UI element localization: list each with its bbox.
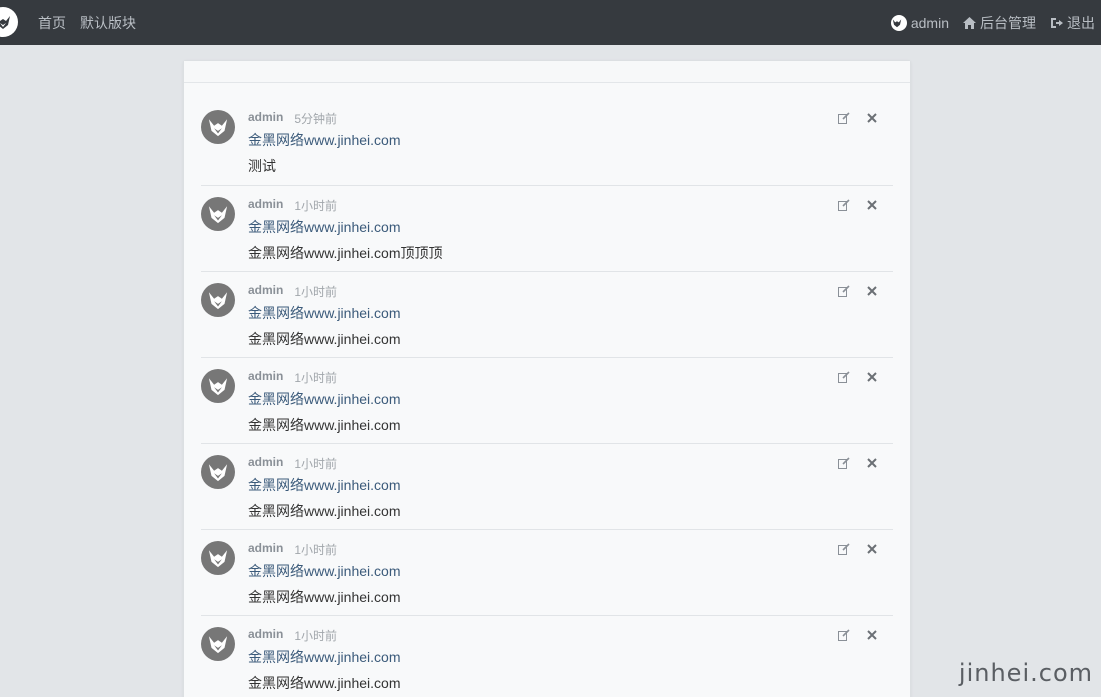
post-item: admin 1小时前 金黑网络www.jinhei.com 金黑网络www.ji… [201,272,893,358]
delete-icon[interactable] [865,111,879,125]
post-item: admin 1小时前 金黑网络www.jinhei.com 金黑网络www.ji… [201,616,893,697]
post-body: 金黑网络www.jinhei.com [248,503,401,519]
post-body: 金黑网络www.jinhei.com [248,675,401,691]
post-actions [823,456,879,470]
nav-admin-label: 后台管理 [980,14,1036,31]
post-time: 1小时前 [294,285,338,299]
post-body: 金黑网络www.jinhei.com [248,589,401,605]
post-actions [823,542,879,556]
post-actions [823,284,879,298]
post-item: admin 1小时前 金黑网络www.jinhei.com 金黑网络www.ji… [201,358,893,444]
post-list: admin 5分钟前 金黑网络www.jinhei.com 测试 admin 1… [184,99,910,697]
author-avatar-icon[interactable] [201,197,235,231]
author-avatar-icon[interactable] [201,110,235,144]
top-navbar: 首页 默认版块 admin 后台管理 退出 [0,0,1101,45]
post-title[interactable]: 金黑网络www.jinhei.com [248,217,400,237]
author-avatar-icon[interactable] [201,455,235,489]
author-avatar-icon[interactable] [201,369,235,403]
post-author[interactable]: admin [248,110,283,127]
post-author[interactable]: admin [248,197,283,214]
author-avatar-icon[interactable] [201,627,235,661]
post-actions [823,370,879,384]
post-meta: admin 1小时前 [248,283,337,300]
delete-icon[interactable] [865,628,879,642]
site-logo-icon[interactable] [0,7,18,37]
post-title[interactable]: 金黑网络www.jinhei.com [248,303,400,323]
post-meta: admin 1小时前 [248,455,337,472]
nav-logout-label: 退出 [1067,14,1095,31]
post-item: admin 1小时前 金黑网络www.jinhei.com 金黑网络www.ji… [201,186,893,272]
post-title[interactable]: 金黑网络www.jinhei.com [248,389,400,409]
edit-icon[interactable] [837,370,851,384]
delete-icon[interactable] [865,198,879,212]
post-meta: admin 1小时前 [248,627,337,644]
nav-home-link[interactable]: 首页 [38,13,66,33]
post-body: 金黑网络www.jinhei.com [248,417,401,433]
edit-icon[interactable] [837,284,851,298]
delete-icon[interactable] [865,284,879,298]
post-author[interactable]: admin [248,283,283,300]
post-title[interactable]: 金黑网络www.jinhei.com [248,647,400,667]
post-body: 金黑网络www.jinhei.com顶顶顶 [248,245,443,261]
edit-icon[interactable] [837,456,851,470]
post-item: admin 1小时前 金黑网络www.jinhei.com 金黑网络www.ji… [201,444,893,530]
post-author[interactable]: admin [248,627,283,644]
site-watermark: jinhei.com [958,659,1093,687]
post-list-panel: admin 5分钟前 金黑网络www.jinhei.com 测试 admin 1… [183,60,911,697]
edit-icon[interactable] [837,542,851,556]
edit-icon[interactable] [837,111,851,125]
edit-icon[interactable] [837,198,851,212]
nav-user-name: admin [910,14,949,31]
post-body: 金黑网络www.jinhei.com [248,331,401,347]
author-avatar-icon[interactable] [201,283,235,317]
post-item: admin 5分钟前 金黑网络www.jinhei.com 测试 [201,99,893,186]
post-actions [823,628,879,642]
post-meta: admin 1小时前 [248,197,337,214]
delete-icon[interactable] [865,456,879,470]
post-title[interactable]: 金黑网络www.jinhei.com [248,475,400,495]
nav-user-link[interactable]: admin [890,14,949,31]
post-author[interactable]: admin [248,369,283,386]
post-time: 1小时前 [294,543,338,557]
post-title[interactable]: 金黑网络www.jinhei.com [248,130,400,150]
post-time: 1小时前 [294,199,338,213]
post-meta: admin 5分钟前 [248,110,337,127]
post-meta: admin 1小时前 [248,541,337,558]
nav-logout-link[interactable]: 退出 [1050,13,1095,33]
author-avatar-icon[interactable] [201,541,235,575]
user-avatar-icon [890,14,907,31]
edit-icon[interactable] [837,628,851,642]
post-meta: admin 1小时前 [248,369,337,386]
post-title[interactable]: 金黑网络www.jinhei.com [248,561,400,581]
post-time: 1小时前 [294,629,338,643]
post-author[interactable]: admin [248,455,283,472]
delete-icon[interactable] [865,542,879,556]
post-item: admin 1小时前 金黑网络www.jinhei.com 金黑网络www.ji… [201,530,893,616]
logout-icon [1051,17,1063,28]
delete-icon[interactable] [865,370,879,384]
nav-links: 首页 默认版块 [38,0,150,45]
post-time: 5分钟前 [294,112,338,126]
post-time: 1小时前 [294,371,338,385]
nav-user-menu: admin 后台管理 退出 [877,0,1095,45]
nav-default-board-link[interactable]: 默认版块 [80,13,136,33]
post-actions [823,198,879,212]
nav-admin-link[interactable]: 后台管理 [963,13,1036,33]
post-author[interactable]: admin [248,541,283,558]
panel-header [184,61,910,83]
post-time: 1小时前 [294,457,338,471]
post-actions [823,111,879,125]
post-body: 测试 [248,158,276,174]
home-icon [963,16,976,29]
